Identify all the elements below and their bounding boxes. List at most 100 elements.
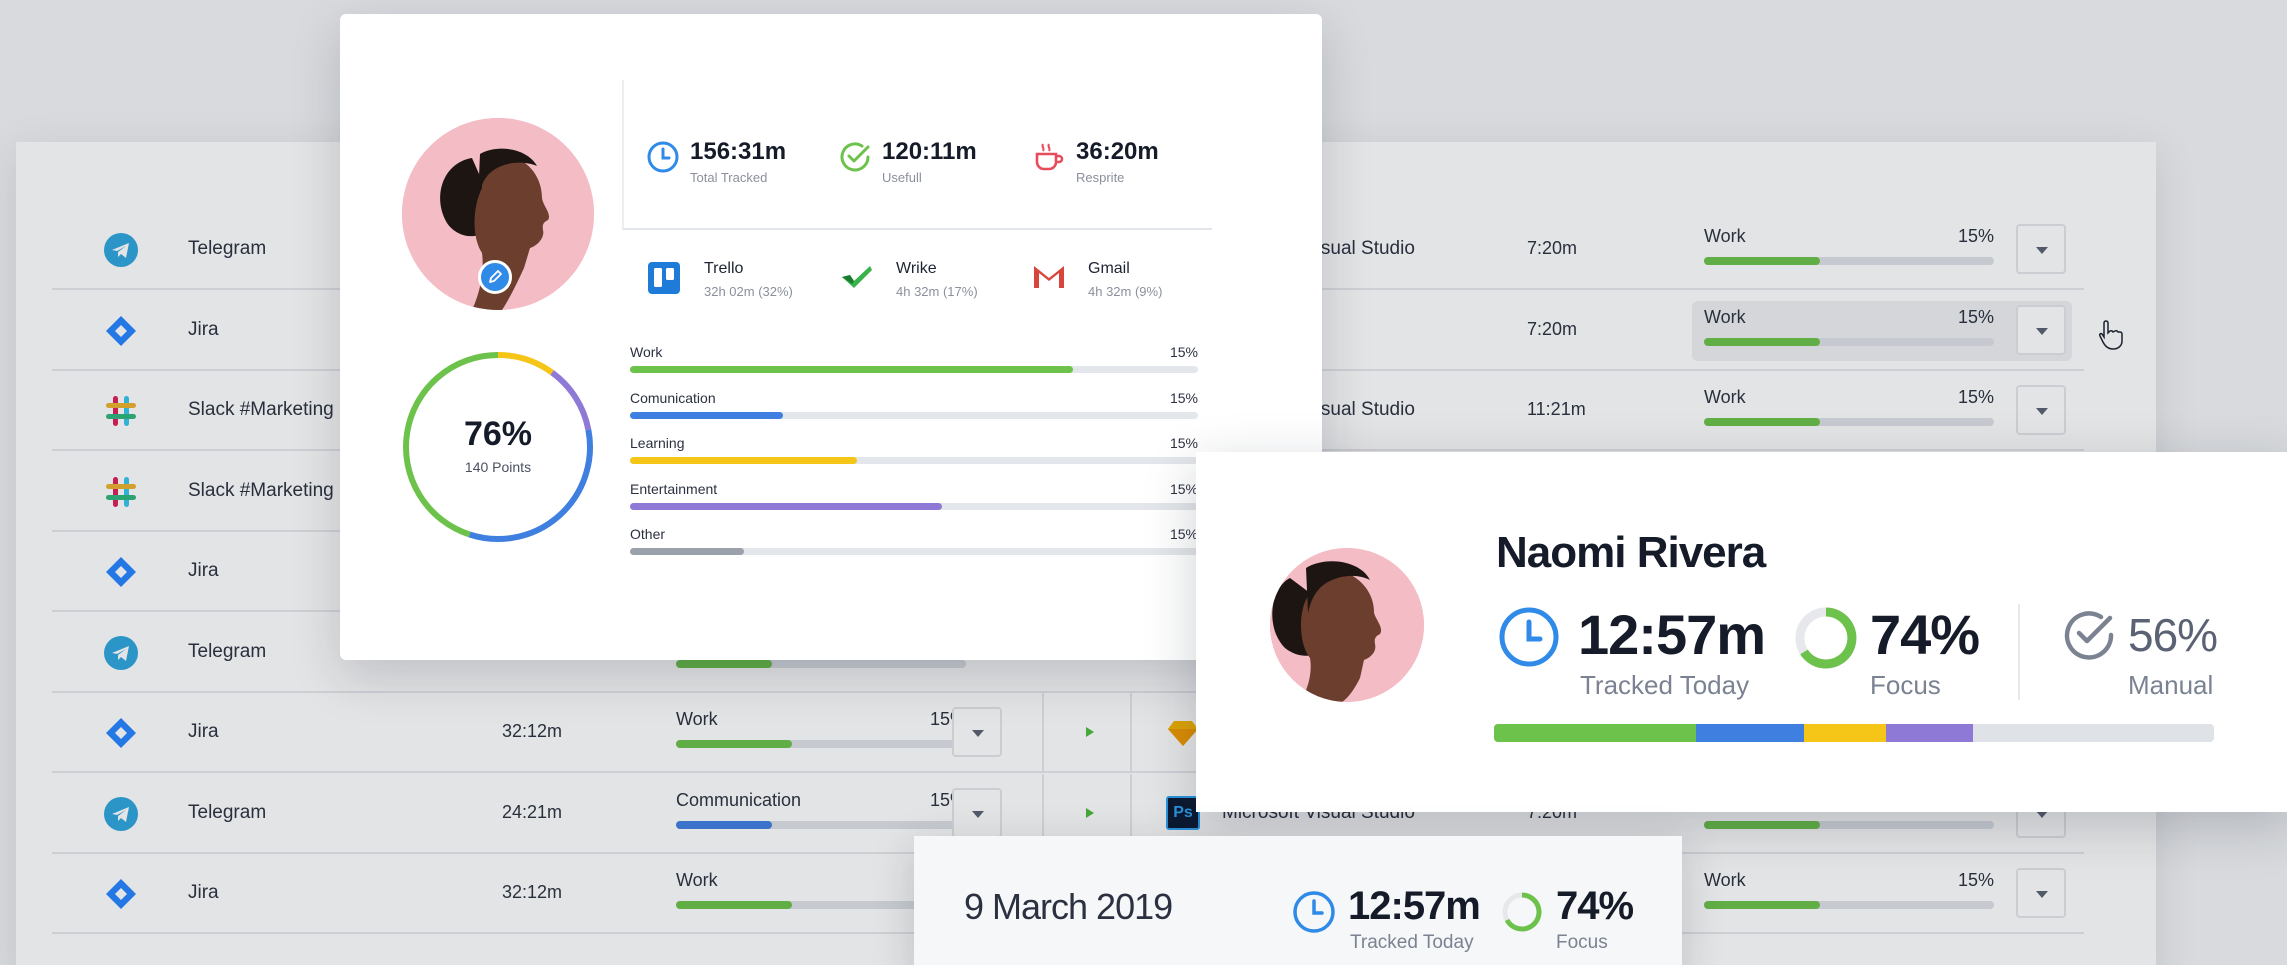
row-progress xyxy=(676,740,966,748)
tracked-stats: 156:31m Total Tracked 120:11m Usefull 36… xyxy=(622,80,1212,230)
category-progress xyxy=(630,411,1198,419)
row-progress xyxy=(676,820,966,829)
distribution-segment xyxy=(1494,724,1696,742)
activity-distribution-bar xyxy=(1494,724,2214,742)
category-progress xyxy=(630,502,1198,510)
row-time: 32:12m xyxy=(502,882,563,902)
category-label: Entertainment xyxy=(630,480,718,497)
gmail-icon xyxy=(1033,264,1065,288)
sketch-icon xyxy=(1168,721,1198,746)
photoshop-icon: Ps xyxy=(1166,795,1200,830)
category-percent: 15% xyxy=(1169,480,1198,497)
row-dropdown-button[interactable] xyxy=(952,707,1002,757)
right-row-percent: 15% xyxy=(1958,387,1995,407)
right-row-dropdown-button[interactable] xyxy=(2016,304,2066,355)
points-donut-chart: 76% 140 Points xyxy=(400,349,596,545)
app-name: Telegram xyxy=(188,238,267,259)
category-progress xyxy=(630,548,1198,555)
category-percent: 15% xyxy=(1169,344,1198,360)
right-row-progress xyxy=(1704,820,1994,829)
right-row-progress xyxy=(1704,337,1994,346)
telegram-icon xyxy=(104,233,138,267)
right-row-dropdown-button[interactable] xyxy=(2016,868,2066,918)
user-avatar[interactable] xyxy=(1270,548,1424,702)
play-icon[interactable] xyxy=(1086,807,1094,818)
top-apps: Trello 32h 02m (32%) Wrike 4h 32m (17%) … xyxy=(648,246,1208,316)
right-row-category: Work xyxy=(1704,306,1746,327)
category-label: Other xyxy=(630,526,666,542)
category-percent: 15% xyxy=(1169,526,1198,542)
app-name: Jira xyxy=(188,318,219,340)
right-row-time: 11:21m xyxy=(1527,399,1586,419)
app-name: Telegram xyxy=(188,640,267,662)
daily-summary-card: 9 March 2019 12:57m Tracked Today 74% Fo… xyxy=(914,836,1682,965)
right-row-dropdown-button[interactable] xyxy=(2016,385,2066,435)
divider xyxy=(1042,693,1044,773)
clock-icon xyxy=(647,141,679,173)
category-label: Comunication xyxy=(630,389,716,406)
user-name: Naomi Rivera xyxy=(1496,528,1766,577)
category-percent: 15% xyxy=(1169,389,1198,406)
row-hover-highlight xyxy=(1692,300,2072,361)
slack-icon xyxy=(104,394,138,428)
clock-icon xyxy=(1499,607,1559,667)
category-label: Learning xyxy=(630,435,685,451)
right-row-progress xyxy=(1704,901,1994,909)
distribution-segment xyxy=(1803,724,1887,742)
category-percent: 15% xyxy=(1169,435,1198,451)
focus-ring-icon xyxy=(1795,607,1857,669)
category-progress xyxy=(630,457,1198,464)
jira-icon xyxy=(104,877,138,911)
category-breakdown: Work 15% Comunication 15% Learning 15% E… xyxy=(630,344,1198,572)
pencil-icon xyxy=(489,270,502,283)
jira-icon xyxy=(104,314,138,348)
check-circle-icon xyxy=(840,142,870,172)
profile-summary-card: 76% 140 Points 156:31m Total Tracked 120… xyxy=(340,14,1322,660)
right-row-category: Work xyxy=(1704,870,1746,890)
hand-cursor-icon xyxy=(2099,319,2123,350)
distribution-segment xyxy=(1886,724,1973,742)
category-progress xyxy=(630,366,1198,373)
donut-segment xyxy=(497,352,554,376)
app-name: Jira xyxy=(188,882,219,903)
row-dropdown-button[interactable] xyxy=(952,787,1002,838)
app-name: Slack #Marketing xyxy=(188,479,334,501)
edit-avatar-button[interactable] xyxy=(478,260,512,294)
trello-icon xyxy=(648,262,680,294)
row-category: Work xyxy=(676,709,718,729)
category-label: Work xyxy=(630,344,663,360)
right-row-percent: 15% xyxy=(1958,870,1995,890)
play-icon[interactable] xyxy=(1086,727,1094,737)
wrike-icon xyxy=(842,266,872,288)
points-percent: 76% xyxy=(463,415,533,453)
row-time: 32:12m xyxy=(502,721,563,741)
right-row-time: 7:20m xyxy=(1527,238,1578,258)
divider xyxy=(1130,693,1132,773)
right-row-progress xyxy=(1704,418,1994,426)
right-row-percent: 15% xyxy=(1958,306,1995,327)
telegram-icon xyxy=(104,635,138,670)
row-category: Work xyxy=(676,870,718,890)
app-name: Telegram xyxy=(188,801,267,823)
app-name: Slack #Marketing xyxy=(188,399,334,420)
right-row-percent: 15% xyxy=(1958,226,1995,246)
category-row: Comunication 15% xyxy=(630,390,1198,436)
category-row: Entertainment 15% xyxy=(630,481,1198,527)
right-row-dropdown-button[interactable] xyxy=(2016,224,2066,274)
right-row-category: Work xyxy=(1704,226,1746,246)
summary-date: 9 March 2019 xyxy=(964,886,1173,927)
row-time: 24:21m xyxy=(502,801,563,822)
jira-icon xyxy=(104,555,138,589)
points-count: 140 Points xyxy=(464,459,532,475)
right-row-time: 7:20m xyxy=(1527,318,1578,339)
telegram-icon xyxy=(104,796,138,831)
stat-divider xyxy=(2018,604,2020,700)
jira-icon xyxy=(104,716,138,750)
right-row-progress xyxy=(1704,257,1994,265)
category-row: Work 15% xyxy=(630,344,1198,390)
row-progress xyxy=(676,659,966,668)
right-row-category: Work xyxy=(1704,387,1746,407)
check-circle-icon xyxy=(2064,611,2114,660)
category-row: Learning 15% xyxy=(630,435,1198,481)
app-name: Jira xyxy=(188,721,219,742)
